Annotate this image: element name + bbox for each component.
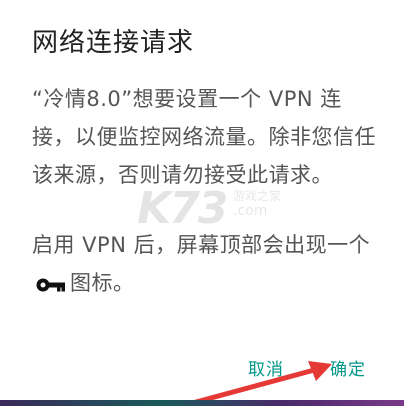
message-text-after-icon: 图标。 [70, 271, 135, 295]
red-arrow-annotation-icon [182, 361, 332, 406]
message-paragraph-1: “冷情8.0”想要设置一个 VPN 连接，以便监控网络流量。除非您信任该来源，否… [32, 87, 376, 187]
dialog-message: “冷情8.0”想要设置一个 VPN 连接，以便监控网络流量。除非您信任该来源，否… [32, 80, 380, 305]
message-paragraph-2: 启用 VPN 后，屏幕顶部会出现一个图标。 [32, 226, 380, 305]
bottom-gradient-bar [0, 400, 404, 406]
dialog-title: 网络连接请求 [32, 28, 195, 58]
message-text-before-icon: 启用 VPN 后，屏幕顶部会出现一个 [32, 233, 371, 257]
key-icon [36, 267, 66, 305]
vpn-dialog: 网络连接请求 “冷情8.0”想要设置一个 VPN 连接，以便监控网络流量。除非您… [0, 0, 404, 406]
